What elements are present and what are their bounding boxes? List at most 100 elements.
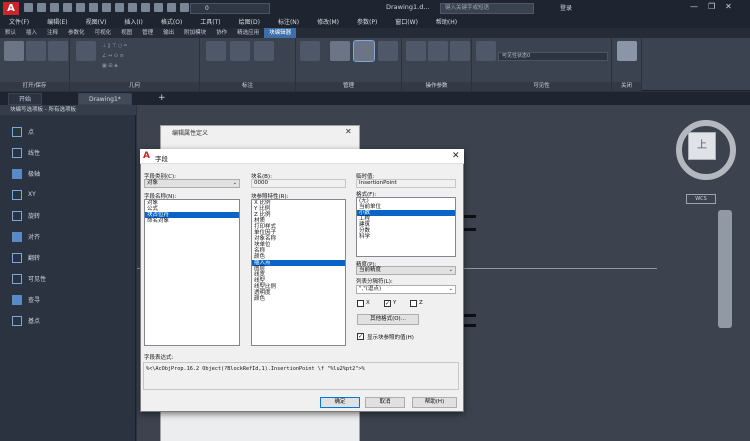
edit-block-icon[interactable] [4, 41, 24, 61]
ribbon-tab[interactable]: 视图 [116, 28, 137, 38]
palette-item[interactable]: XY [10, 187, 36, 201]
ribbon-tab[interactable]: 精选应用 [232, 28, 264, 38]
visibility-state-dropdown[interactable]: 可见性状态0 [498, 52, 608, 61]
ribbon-tab[interactable]: 默认 [0, 28, 21, 38]
ribbon-tab[interactable]: 参数化 [63, 28, 90, 38]
menu-item[interactable]: 插入(I) [115, 17, 151, 28]
share-icon[interactable] [128, 3, 137, 12]
precision-select[interactable]: 当前精度 ⌄ [356, 266, 456, 275]
param-sets-icon[interactable] [450, 41, 470, 61]
palette-item[interactable]: 翻转 [10, 250, 40, 264]
param-manager-icon[interactable] [330, 41, 350, 61]
palette-item[interactable]: 基点 [10, 313, 40, 327]
other-format-button[interactable]: 其他格式(O)... [357, 314, 419, 325]
y-checkbox[interactable]: ✓ [384, 300, 391, 307]
layer-dropdown[interactable]: 0 [190, 3, 270, 14]
app-logo-button[interactable]: A [3, 2, 19, 15]
menu-item[interactable]: 视图(V) [77, 17, 116, 28]
field-category-select[interactable]: 对象 ⌄ [144, 179, 240, 188]
redo-icon[interactable] [115, 3, 124, 12]
match-icon[interactable] [141, 3, 150, 12]
minimize-icon[interactable]: — [690, 2, 698, 11]
block-ref-props-list[interactable]: X 比例 Y 比例 Z 比例 材质 打印样式 单位因子 对象名称 块单位 名称 颜色 插入点 图层 线宽… [251, 199, 346, 346]
save-as-icon[interactable] [63, 3, 72, 12]
ok-button[interactable]: 确定 [320, 397, 360, 408]
menu-item[interactable]: 修改(M) [308, 17, 348, 28]
close-icon[interactable]: ✕ [725, 2, 732, 11]
ribbon-tab[interactable]: 块编辑器 [264, 28, 297, 38]
attribute-dialog-close-icon[interactable]: ✕ [345, 127, 352, 136]
show-value-checkbox[interactable]: ✓ [357, 333, 364, 340]
auto-constrain-icon[interactable] [76, 41, 96, 61]
help-button[interactable]: 帮助(H) [412, 397, 457, 408]
ribbon-tab[interactable]: 附加模块 [179, 28, 211, 38]
x-checkbox[interactable] [357, 300, 364, 307]
ribbon-tab[interactable]: 注释 [42, 28, 63, 38]
linear-dim-icon[interactable] [206, 41, 226, 61]
palette-item[interactable]: 点 [10, 124, 34, 138]
palette-item[interactable]: 可见性 [10, 271, 46, 285]
menu-item[interactable]: 编辑(E) [38, 17, 76, 28]
login-button[interactable]: 登录 [560, 3, 572, 12]
palette-item[interactable]: 极轴 [10, 166, 40, 180]
save-icon[interactable] [50, 3, 59, 12]
list-separator-select[interactable]: ","(逗点) ⌄ [356, 285, 456, 294]
save-block-icon[interactable] [26, 41, 46, 61]
color-icon[interactable] [180, 3, 189, 12]
format-item[interactable]: 科学 [357, 234, 455, 240]
panel-title: 操作参数 [402, 82, 471, 91]
tab-start[interactable]: 开始 [8, 93, 43, 105]
block-name-field[interactable]: 0000 [251, 179, 346, 188]
y-checkbox-label: Y [393, 300, 397, 306]
cancel-button[interactable]: 取消 [365, 397, 405, 408]
open-icon[interactable] [37, 3, 46, 12]
print-icon[interactable] [89, 3, 98, 12]
palette-item[interactable]: 线性 [10, 145, 40, 159]
attribute-icon[interactable] [254, 41, 274, 61]
new-tab-icon[interactable]: + [158, 93, 166, 103]
close-editor-icon[interactable] [617, 41, 637, 61]
authoring-palette-icon[interactable] [353, 40, 375, 62]
field-names-list[interactable]: 对象 公式 块占位符 命名对象 [144, 199, 240, 346]
cloud-icon[interactable] [76, 3, 85, 12]
wcs-menu[interactable]: WCS [686, 194, 716, 204]
point-param-icon[interactable] [406, 41, 426, 61]
sun-icon[interactable] [167, 3, 176, 12]
menu-item[interactable]: 绘图(D) [230, 17, 269, 28]
field-expression-box[interactable]: %<\AcObjProp.16.2 Object(?BlockRefId,1).… [143, 362, 459, 390]
menu-item[interactable]: 窗口(W) [386, 17, 427, 28]
palette-item[interactable]: 查寻 [10, 292, 40, 306]
z-checkbox[interactable] [410, 300, 417, 307]
undo-icon[interactable] [102, 3, 111, 12]
menu-item[interactable]: 工具(T) [191, 17, 229, 28]
menu-item[interactable]: 标注(N) [269, 17, 308, 28]
menu-item[interactable]: 文件(F) [0, 17, 38, 28]
navigation-bar[interactable] [718, 210, 732, 328]
palette-item[interactable]: 对齐 [10, 229, 40, 243]
ribbon-tab[interactable]: 协作 [211, 28, 232, 38]
close-icon[interactable]: ✕ [452, 151, 460, 161]
restore-icon[interactable]: ❐ [708, 2, 715, 11]
ribbon-tab[interactable]: 可视化 [90, 28, 117, 38]
viewcube-face[interactable]: 上 [688, 132, 716, 160]
block-table-icon[interactable] [230, 41, 250, 61]
test-block-icon[interactable] [48, 41, 68, 61]
visibility-mode-icon[interactable] [476, 41, 496, 61]
menu-item[interactable]: 参数(P) [348, 17, 386, 28]
layer-icon[interactable] [154, 3, 163, 12]
move-action-icon[interactable] [428, 41, 448, 61]
ribbon-tab[interactable]: 插入 [21, 28, 42, 38]
menu-item[interactable]: 格式(O) [152, 17, 191, 28]
attribute-def-icon[interactable] [378, 41, 398, 61]
new-icon[interactable] [24, 3, 33, 12]
block-prop-item[interactable]: 颜色 [252, 296, 345, 302]
erase-icon[interactable] [300, 41, 320, 61]
format-list[interactable]: (无) 当前单位 小数 工程 建筑 分数 科学 [356, 197, 456, 257]
tab-drawing1[interactable]: Drawing1* [78, 93, 132, 105]
search-input[interactable]: 键入关键字或短语 [440, 3, 534, 14]
palette-item[interactable]: 旋转 [10, 208, 40, 222]
ribbon-tab[interactable]: 输出 [158, 28, 179, 38]
menu-item[interactable]: 帮助(H) [427, 17, 466, 28]
field-name-item[interactable]: 命名对象 [145, 218, 239, 224]
ribbon-tab[interactable]: 管理 [137, 28, 158, 38]
